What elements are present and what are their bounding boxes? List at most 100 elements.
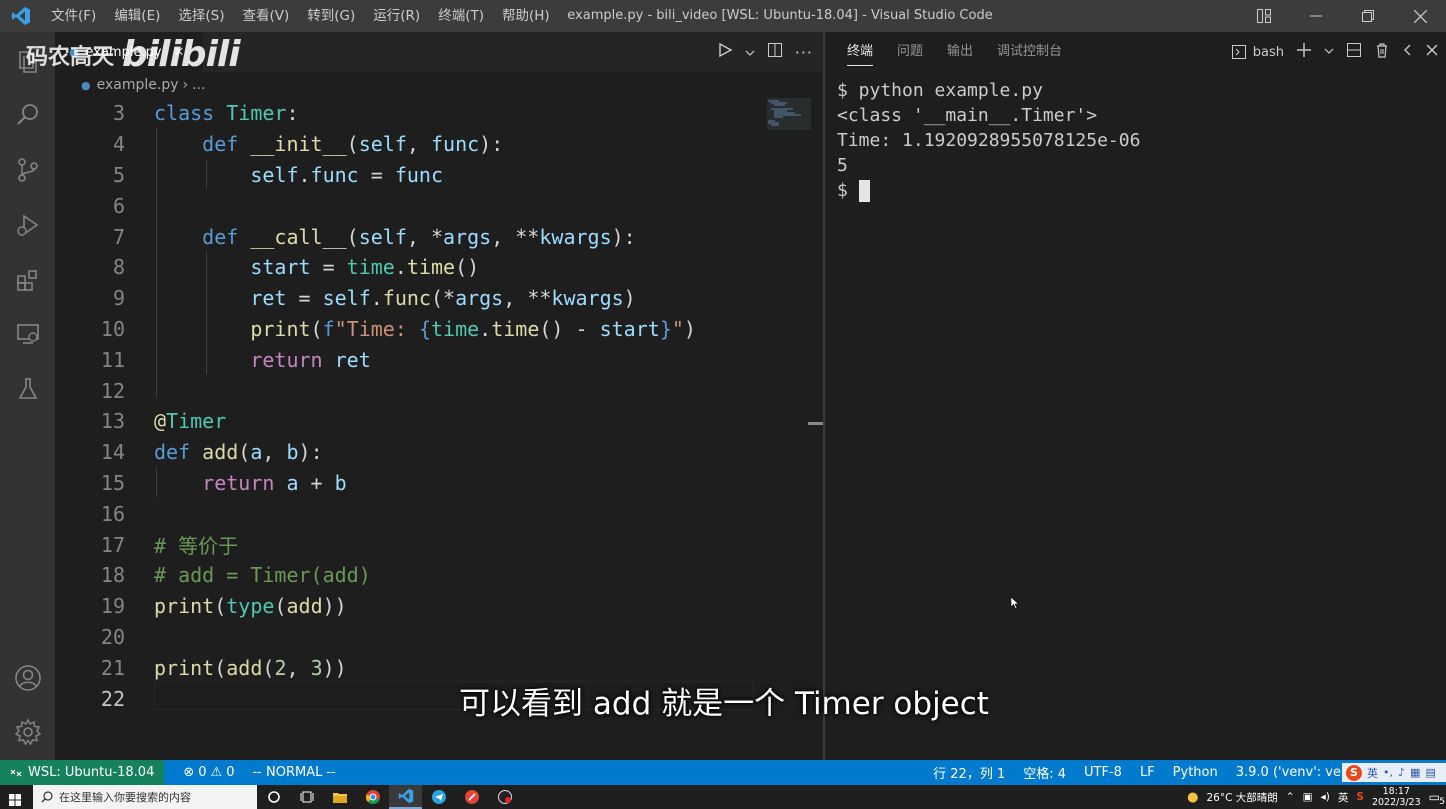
weather-text[interactable]: 26°C 大部晴朗 xyxy=(1206,790,1277,805)
watermark-text: 码农高天 xyxy=(26,44,115,70)
menu-edit[interactable]: 编辑(E) xyxy=(105,0,169,32)
split-editor-icon[interactable] xyxy=(767,42,783,62)
scrollbar-position-marker[interactable] xyxy=(808,422,824,425)
terminal-icon xyxy=(1231,45,1246,59)
breadcrumb-separator-icon: › xyxy=(182,77,189,93)
ime-mic-icon: ♪ xyxy=(1398,766,1406,779)
ime-keyboard-icon: ▦ xyxy=(1410,766,1421,779)
breadcrumb-symbol[interactable]: ... xyxy=(192,77,205,93)
menu-view[interactable]: 查看(V) xyxy=(234,0,299,32)
line-number: 4 xyxy=(112,132,125,157)
menu-selection[interactable]: 选择(S) xyxy=(169,0,233,32)
menu-run[interactable]: 运行(R) xyxy=(364,0,429,32)
accounts-icon[interactable] xyxy=(0,653,55,703)
search-icon[interactable] xyxy=(0,90,55,140)
telegram-icon[interactable] xyxy=(422,785,455,809)
code-line: 10 print(f"Time: {time.time() - start}") xyxy=(55,314,765,345)
line-number: 15 xyxy=(100,470,125,495)
source-control-icon[interactable] xyxy=(0,145,55,195)
chrome-icon[interactable] xyxy=(356,785,389,809)
minimize-button[interactable] xyxy=(1290,0,1342,32)
terminal-line: Time: 1.1920928955078125e-06 xyxy=(837,130,1141,151)
windows-start-icon[interactable] xyxy=(9,791,21,809)
line-number: 12 xyxy=(100,378,125,403)
recorder-icon[interactable] xyxy=(488,785,521,809)
code-line: 7 def __call__(self, *args, **kwargs): xyxy=(55,221,765,252)
extensions-icon[interactable] xyxy=(0,255,55,305)
close-panel-icon[interactable] xyxy=(1426,44,1438,60)
tab-debug-console[interactable]: 调试控制台 xyxy=(985,32,1074,72)
settings-gear-icon[interactable] xyxy=(0,707,55,757)
code-line: 11 return ret xyxy=(55,344,765,375)
tab-terminal[interactable]: 终端 xyxy=(835,32,885,72)
line-number: 16 xyxy=(100,501,125,526)
trash-icon[interactable] xyxy=(1374,42,1390,62)
more-actions-icon[interactable]: ··· xyxy=(795,43,813,62)
taskbar-search-input[interactable]: 在这里输入你要搜索的内容 xyxy=(33,785,257,809)
weather-sun-icon: ● xyxy=(1187,789,1199,805)
breadcrumb-file[interactable]: example.py xyxy=(97,77,179,93)
close-button[interactable] xyxy=(1394,0,1446,32)
warning-count: 0 xyxy=(226,765,235,780)
menu-go[interactable]: 转到(G) xyxy=(298,0,364,32)
cortana-icon[interactable] xyxy=(257,785,290,809)
language-mode[interactable]: Python xyxy=(1164,765,1227,780)
testing-icon[interactable] xyxy=(0,364,55,414)
menu-help[interactable]: 帮助(H) xyxy=(493,0,559,32)
bilibili-logo: bilibili xyxy=(122,34,241,75)
remote-explorer-icon[interactable] xyxy=(0,309,55,359)
end-of-line[interactable]: LF xyxy=(1131,765,1164,780)
file-explorer-icon[interactable] xyxy=(323,785,356,809)
line-number: 6 xyxy=(112,193,125,218)
tray-volume-icon[interactable]: ◂) xyxy=(1321,791,1330,803)
menu-terminal[interactable]: 终端(T) xyxy=(429,0,493,32)
cursor-position[interactable]: 行 22，列 1 xyxy=(924,763,1014,782)
remote-indicator[interactable]: WSL: Ubuntu-18.04 xyxy=(0,760,165,785)
tray-ime-language[interactable]: 英 xyxy=(1338,790,1349,805)
run-python-icon[interactable] xyxy=(717,42,733,62)
app-icon-red[interactable] xyxy=(455,785,488,809)
tray-sogou-icon[interactable]: S xyxy=(1356,791,1364,803)
line-number: 3 xyxy=(112,101,125,126)
code-text: start = time.time() xyxy=(250,255,480,280)
new-terminal-plus-icon[interactable] xyxy=(1296,42,1312,62)
terminal-line: <class '__main__.Timer'> xyxy=(837,105,1098,126)
code-line: 6 xyxy=(55,190,765,221)
menu-file[interactable]: 文件(F) xyxy=(42,0,105,32)
problems-indicator[interactable]: ⊗ 0 ⚠ 0 xyxy=(174,765,243,780)
chevron-left-icon[interactable] xyxy=(1402,44,1414,60)
tray-chevron-up-icon[interactable]: ⌃ xyxy=(1286,791,1295,803)
notification-icon[interactable]: ▭ 5 xyxy=(1429,790,1445,807)
line-number: 11 xyxy=(100,347,125,372)
line-number: 20 xyxy=(100,624,125,649)
code-text: def add(a, b): xyxy=(154,440,323,465)
minimap[interactable] xyxy=(765,98,823,758)
tab-output[interactable]: 输出 xyxy=(935,32,985,72)
code-text: @Timer xyxy=(154,409,227,434)
python-interpreter[interactable]: 3.9.0 ('venv': ve xyxy=(1227,765,1350,780)
run-debug-icon[interactable] xyxy=(0,200,55,250)
notification-count: 5 xyxy=(1439,797,1445,807)
encoding[interactable]: UTF-8 xyxy=(1075,765,1131,780)
tab-problems[interactable]: 问题 xyxy=(885,32,935,72)
terminal-dropdown-chevron-icon[interactable] xyxy=(1324,45,1334,60)
taskbar-clock[interactable]: 18:17 2022/3/23 xyxy=(1372,786,1421,808)
vscode-taskbar-icon[interactable] xyxy=(389,785,422,809)
tray-network-icon[interactable]: ▣ xyxy=(1303,791,1313,803)
run-dropdown-chevron-icon[interactable] xyxy=(745,43,755,62)
ime-toolbar[interactable]: S 英 •, ♪ ▦ ▤ xyxy=(1342,763,1446,782)
ime-menu-icon: ▤ xyxy=(1425,766,1436,779)
terminal-cursor xyxy=(858,180,870,202)
title-bar: 文件(F) 编辑(E) 选择(S) 查看(V) 转到(G) 运行(R) 终端(T… xyxy=(0,0,1446,32)
code-editor[interactable]: 3 class Timer: 4 def __init__(self, func)… xyxy=(55,98,765,758)
split-terminal-icon[interactable] xyxy=(1346,42,1362,62)
line-number: 13 xyxy=(100,409,125,434)
task-view-icon[interactable] xyxy=(290,785,323,809)
line-number: 18 xyxy=(100,563,125,588)
restore-button[interactable] xyxy=(1342,0,1394,32)
indentation[interactable]: 空格: 4 xyxy=(1014,763,1075,782)
terminal[interactable]: $ python example.py <class '__main__.Tim… xyxy=(825,72,1446,760)
terminal-shell-selector[interactable]: bash xyxy=(1231,44,1284,60)
layout-icon[interactable] xyxy=(1238,0,1290,32)
terminal-prompt: $ xyxy=(837,180,859,201)
